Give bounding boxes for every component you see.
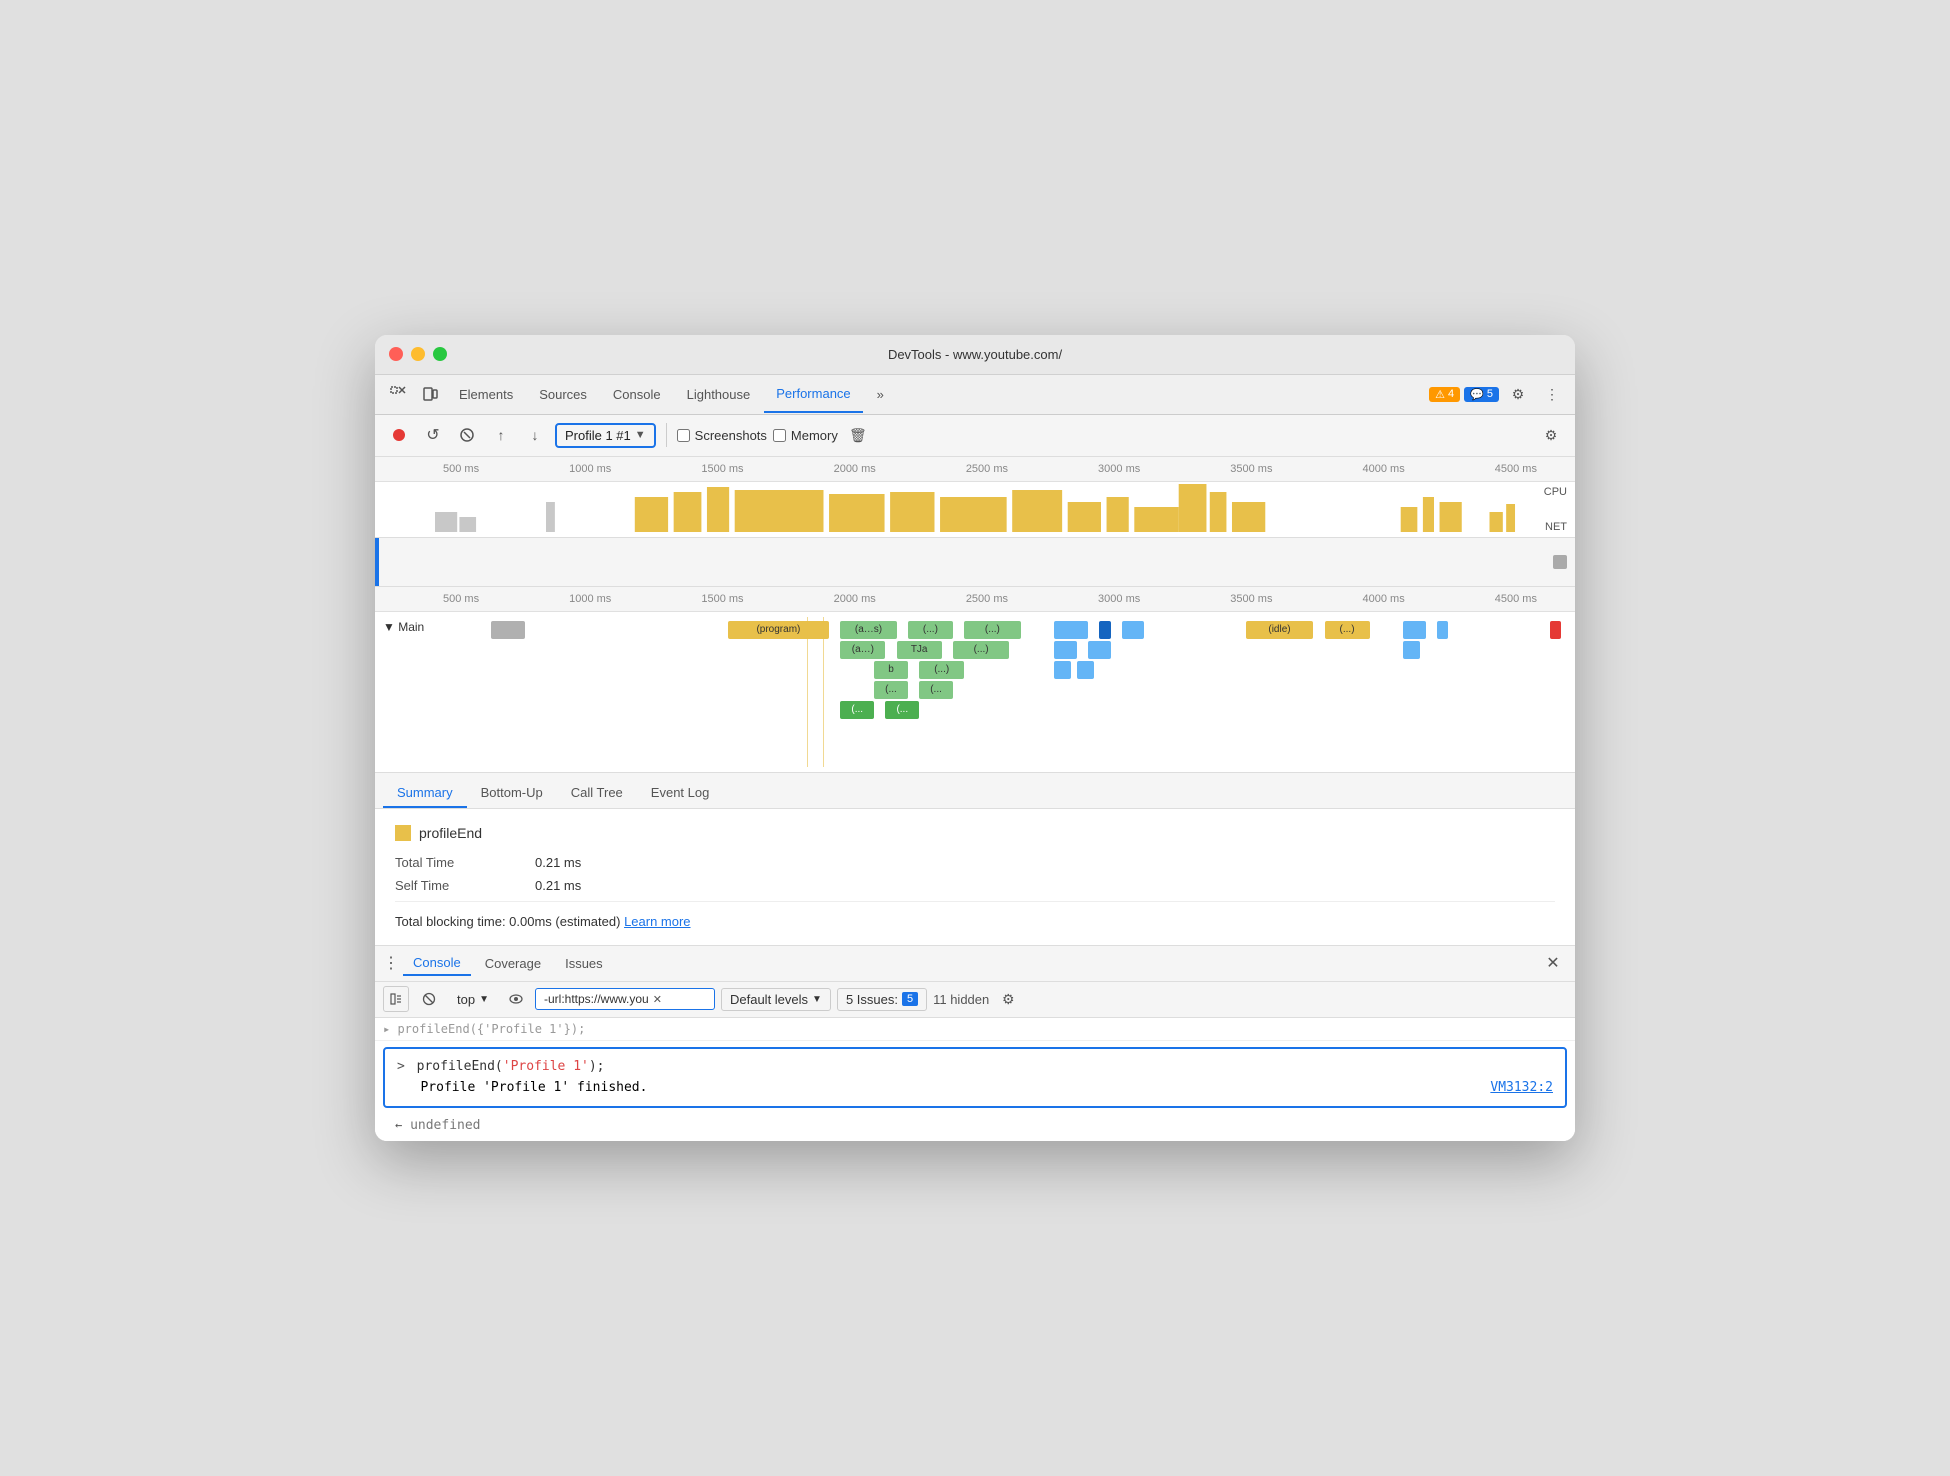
tab-bottom-up[interactable]: Bottom-Up (467, 779, 557, 808)
tab-console[interactable]: Console (601, 375, 673, 413)
console-input-bar: top ▼ -url:https://www.you ✕ Default lev… (375, 982, 1575, 1018)
summary-title: profileEnd (395, 825, 1555, 841)
download-button[interactable]: ↓ (521, 421, 549, 449)
device-icon[interactable] (415, 379, 445, 409)
console-code-line-2: Profile 'Profile 1' finished. VM3132:2 (397, 1078, 1553, 1099)
chevron-down-icon: ▼ (812, 994, 822, 1005)
toolbar-right: ⚙ (1537, 421, 1565, 449)
self-time-row: Self Time 0.21 ms (395, 878, 1555, 893)
tab-sources[interactable]: Sources (527, 375, 599, 413)
timeline-area: 500 ms 1000 ms 1500 ms 2000 ms 2500 ms 3… (375, 457, 1575, 587)
more-options-icon[interactable]: ⋮ (1537, 379, 1567, 409)
devtools-window: DevTools - www.youtube.com/ Elements Sou… (375, 335, 1575, 1142)
traffic-lights (389, 347, 447, 361)
learn-more-link[interactable]: Learn more (624, 914, 690, 929)
profile-select[interactable]: Profile 1 #1 ▼ (555, 423, 656, 448)
console-toolbar: ⋮ Console Coverage Issues ✕ (375, 946, 1575, 982)
window-title: DevTools - www.youtube.com/ (888, 347, 1062, 362)
record-button[interactable] (385, 421, 413, 449)
issues-badge[interactable]: 5 Issues: 5 (837, 988, 927, 1011)
total-time-row: Total Time 0.21 ms (395, 855, 1555, 870)
log-levels-dropdown[interactable]: Default levels ▼ (721, 988, 831, 1011)
console-panel: ⋮ Console Coverage Issues ✕ (375, 946, 1575, 1142)
title-bar: DevTools - www.youtube.com/ (375, 335, 1575, 375)
screenshots-checkbox[interactable]: Screenshots (677, 428, 767, 443)
tab-lighthouse[interactable]: Lighthouse (675, 375, 763, 413)
cpu-label: CPU (1544, 486, 1567, 498)
minimize-button[interactable] (411, 347, 425, 361)
console-more-icon[interactable]: ⋮ (383, 953, 399, 973)
close-button[interactable] (389, 347, 403, 361)
main-thread-label: ▼ Main (383, 620, 424, 634)
chevron-down-icon: ▼ (635, 429, 646, 441)
upload-button[interactable]: ↑ (487, 421, 515, 449)
tab-summary[interactable]: Summary (383, 779, 467, 808)
console-tab-coverage[interactable]: Coverage (475, 952, 551, 975)
settings-perf-icon[interactable]: ⚙ (1537, 421, 1565, 449)
message-icon: 5 (902, 992, 918, 1006)
summary-color-indicator (395, 825, 411, 841)
summary-tabs: Summary Bottom-Up Call Tree Event Log (375, 773, 1575, 809)
main-thread-ruler: 500 ms 1000 ms 1500 ms 2000 ms 2500 ms 3… (375, 587, 1575, 612)
eye-icon[interactable] (503, 986, 529, 1012)
console-content: ▸ profileEnd({'Profile 1'}); > profileEn… (375, 1018, 1575, 1142)
separator (666, 423, 667, 447)
main-ruler-marks: 500 ms 1000 ms 1500 ms 2000 ms 2500 ms 3… (383, 593, 1567, 605)
settings-icon[interactable]: ⚙ (1503, 379, 1533, 409)
console-prompt-icon: > (397, 1059, 405, 1074)
context-selector[interactable]: top ▼ (449, 989, 497, 1010)
main-thread-area: 500 ms 1000 ms 1500 ms 2000 ms 2500 ms 3… (375, 587, 1575, 773)
sidebar-toggle-button[interactable] (383, 986, 409, 1012)
warning-badge[interactable]: ⚠ 4 (1429, 387, 1460, 402)
arrow-icon: ← (395, 1118, 402, 1132)
tab-performance[interactable]: Performance (764, 375, 862, 413)
delete-button[interactable]: 🗑 (844, 421, 872, 449)
console-prev-line: ▸ profileEnd({'Profile 1'}); (375, 1018, 1575, 1041)
tab-call-tree[interactable]: Call Tree (557, 779, 637, 808)
inspect-icon[interactable] (383, 379, 413, 409)
net-label: NET (1545, 521, 1567, 533)
console-block-button[interactable] (415, 985, 443, 1013)
ruler-marks-top: 500 ms 1000 ms 1500 ms 2000 ms 2500 ms 3… (383, 463, 1567, 475)
console-code-line-1: > profileEnd('Profile 1'); (397, 1057, 1553, 1078)
console-undefined: ← undefined (375, 1114, 1575, 1141)
memory-checkbox[interactable]: Memory (773, 428, 838, 443)
console-tab-issues[interactable]: Issues (555, 952, 613, 975)
devtools-tab-bar: Elements Sources Console Lighthouse Perf… (375, 375, 1575, 415)
tbt-row: Total blocking time: 0.00ms (estimated) … (395, 901, 1555, 929)
filter-clear-icon[interactable]: ✕ (653, 993, 662, 1006)
hidden-count: 11 hidden (933, 992, 989, 1007)
tab-elements[interactable]: Elements (447, 375, 525, 413)
right-icons: ⚠ 4 💬 5 ⚙ ⋮ (1429, 379, 1567, 409)
console-settings-icon[interactable]: ⚙ (995, 986, 1021, 1012)
console-filter-input[interactable]: -url:https://www.you ✕ (535, 988, 715, 1010)
timeline-ruler-top: 500 ms 1000 ms 1500 ms 2000 ms 2500 ms 3… (375, 457, 1575, 482)
console-close-button[interactable]: ✕ (1539, 949, 1567, 977)
main-thread-content: ▼ Main (program) (a…s) (...) (...) (375, 612, 1575, 772)
console-highlighted-block: > profileEnd('Profile 1'); Profile 'Prof… (383, 1047, 1567, 1109)
summary-content: profileEnd Total Time 0.21 ms Self Time … (375, 809, 1575, 946)
clear-button[interactable] (453, 421, 481, 449)
reload-button[interactable]: ↺ (419, 421, 447, 449)
tab-more[interactable]: » (865, 375, 896, 413)
vm-link[interactable]: VM3132:2 (1490, 1078, 1553, 1099)
tab-event-log[interactable]: Event Log (637, 779, 724, 808)
perf-toolbar: ↺ ↑ ↓ Profile 1 #1 ▼ Screenshots Memory … (375, 415, 1575, 457)
chevron-down-icon: ▼ (479, 994, 489, 1005)
info-badge[interactable]: 💬 5 (1464, 387, 1499, 402)
console-tab-console[interactable]: Console (403, 951, 471, 976)
maximize-button[interactable] (433, 347, 447, 361)
